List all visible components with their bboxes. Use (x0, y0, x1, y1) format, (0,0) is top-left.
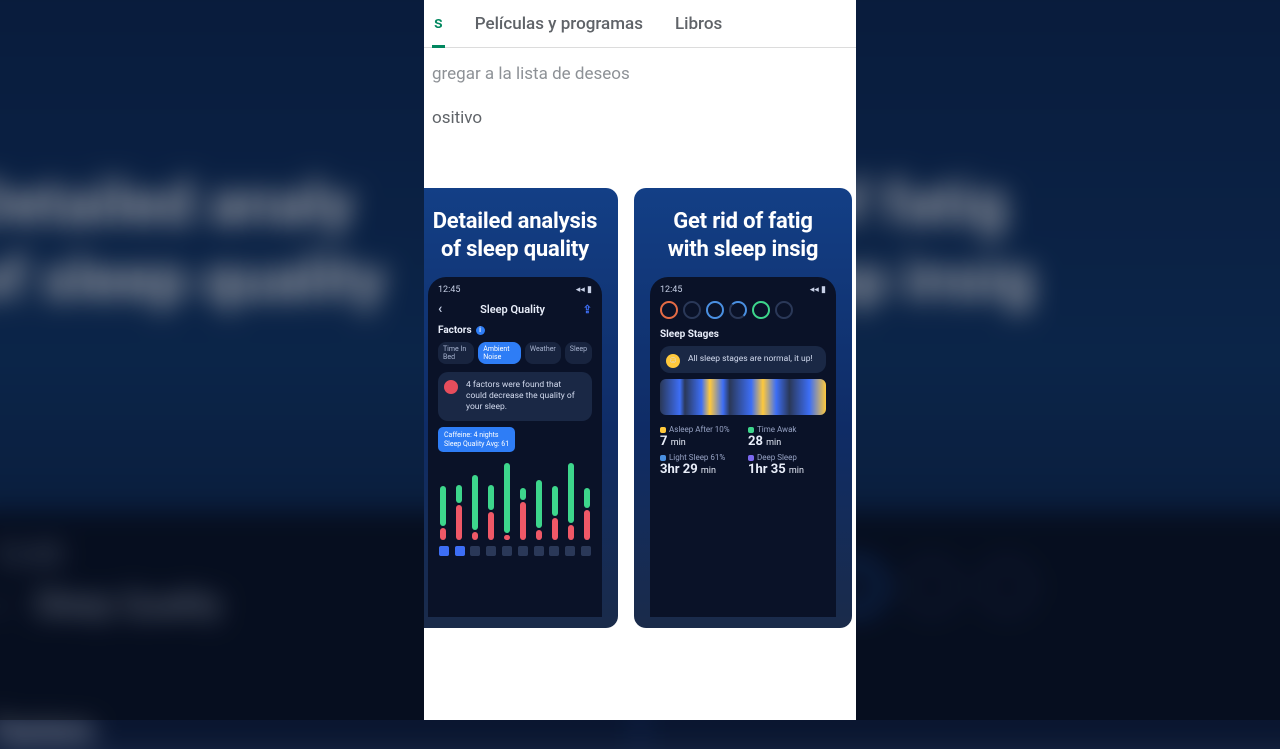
shot2-title: Get rid of fatig with sleep insig (648, 208, 838, 263)
sleep-stats: Asleep After 10% 7 min Time Awak 28 min … (660, 425, 826, 477)
screenshot-carousel[interactable]: Detailed analysis of sleep quality 12:45… (424, 188, 856, 628)
tab-movies[interactable]: Películas y programas (473, 2, 645, 46)
shot1-phone-mock: 12:45◂◂ ▮ ‹ Sleep Quality ⇪ Factorsi Tim… (428, 277, 602, 617)
tab-apps[interactable]: s (432, 1, 445, 48)
alert-icon (444, 380, 458, 394)
day-rings (660, 301, 826, 319)
phone-viewport: s Películas y programas Libros gregar a … (424, 0, 856, 720)
smile-icon: ☺ (666, 354, 680, 368)
back-icon: ‹ (438, 301, 442, 317)
factor-chips: Time In Bed Ambient Noise Weather Sleep (438, 342, 592, 364)
insight-card: 4 factors were found that could decrease… (438, 372, 592, 421)
share-icon: ⇪ (583, 303, 592, 316)
shot2-phone-mock: 12:45◂◂ ▮ Sleep Stages ☺ All sleep stage… (650, 277, 836, 617)
wishlist-link[interactable]: gregar a la lista de deseos (424, 64, 856, 108)
device-text: ositivo (424, 108, 856, 188)
store-tabs: s Películas y programas Libros (424, 0, 856, 48)
sleep-timeline (660, 379, 826, 415)
factors-barchart (438, 460, 592, 540)
factors-label: Factorsi (438, 325, 592, 336)
shot1-title: Detailed analysis of sleep quality (426, 208, 604, 263)
stages-label: Sleep Stages (660, 329, 826, 340)
listing-body: gregar a la lista de deseos ositivo Deta… (424, 48, 856, 628)
factor-icon-row (438, 546, 592, 556)
caffeine-tag: Caffeine: 4 nightsSleep Quality Avg: 61 (438, 427, 515, 452)
stages-insight: ☺ All sleep stages are normal, it up! (660, 346, 826, 373)
tab-books[interactable]: Libros (673, 2, 724, 46)
screenshot-2[interactable]: Get rid of fatig with sleep insig 12:45◂… (634, 188, 852, 628)
screenshot-1[interactable]: Detailed analysis of sleep quality 12:45… (424, 188, 618, 628)
